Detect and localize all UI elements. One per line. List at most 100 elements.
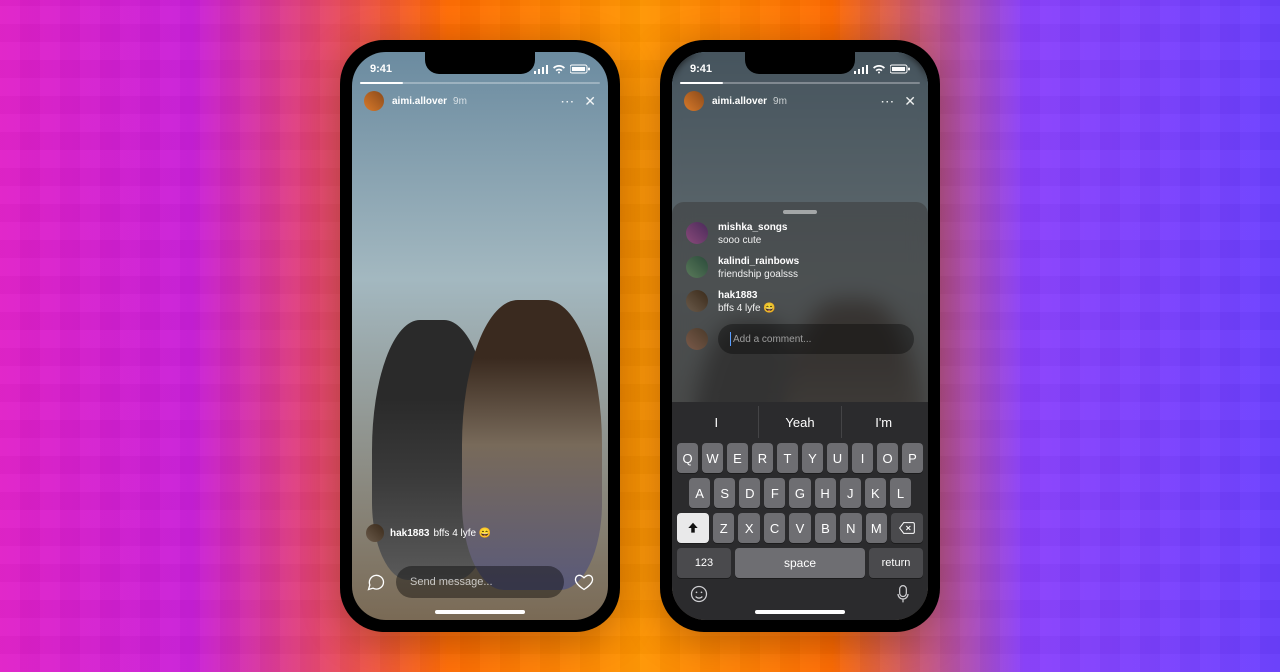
key-w[interactable]: W xyxy=(702,443,723,473)
key-n[interactable]: N xyxy=(840,513,861,543)
wifi-icon xyxy=(872,64,886,74)
return-key[interactable]: return xyxy=(869,548,923,578)
mic-key[interactable] xyxy=(895,584,911,609)
key-k[interactable]: K xyxy=(865,478,886,508)
space-key[interactable]: space xyxy=(735,548,865,578)
key-h[interactable]: H xyxy=(815,478,836,508)
key-j[interactable]: J xyxy=(840,478,861,508)
more-icon[interactable]: ⋯ xyxy=(880,94,894,108)
commenter-username: hak1883 xyxy=(390,528,429,539)
backspace-key[interactable] xyxy=(891,513,923,543)
mic-icon xyxy=(895,584,911,604)
comment-input[interactable]: Add a comment... xyxy=(718,324,914,354)
shift-key[interactable] xyxy=(677,513,709,543)
comment-avatar xyxy=(686,256,708,278)
comment-avatar xyxy=(686,222,708,244)
comment-item[interactable]: mishka_songs sooo cute xyxy=(686,222,914,246)
status-time: 9:41 xyxy=(370,63,392,75)
key-i[interactable]: I xyxy=(852,443,873,473)
key-y[interactable]: Y xyxy=(802,443,823,473)
comment-username: kalindi_rainbows xyxy=(718,256,799,267)
comment-text: bffs 4 lyfe 😄 xyxy=(718,303,776,314)
like-icon[interactable] xyxy=(574,572,594,592)
keyboard-row-4: 123 space return xyxy=(677,548,923,578)
key-f[interactable]: F xyxy=(764,478,785,508)
message-input[interactable]: Send message... xyxy=(396,566,564,598)
more-icon[interactable]: ⋯ xyxy=(560,94,574,108)
battery-icon xyxy=(890,64,910,74)
key-u[interactable]: U xyxy=(827,443,848,473)
backspace-icon xyxy=(899,522,915,534)
comment-text: friendship goalsss xyxy=(718,269,799,280)
story-user-avatar[interactable] xyxy=(364,91,384,111)
keyboard: I Yeah I'm Q W E R T Y U I O P A xyxy=(672,402,928,620)
suggestion-key[interactable]: I'm xyxy=(842,406,925,438)
comment-placeholder: Add a comment... xyxy=(733,334,811,345)
phone-screen: 9:41 aimi.allover 9m ⋯ ✕ xyxy=(672,52,928,620)
story-header: aimi.allover 9m ⋯ ✕ xyxy=(672,88,928,114)
key-x[interactable]: X xyxy=(738,513,759,543)
key-s[interactable]: S xyxy=(714,478,735,508)
story-bottom-row: Send message... xyxy=(352,566,608,598)
commenter-text: bffs 4 lyfe 😄 xyxy=(433,528,491,539)
comment-username: hak1883 xyxy=(718,290,776,301)
self-avatar xyxy=(686,328,708,350)
sheet-grabber[interactable] xyxy=(783,210,817,214)
close-icon[interactable]: ✕ xyxy=(904,94,916,108)
comment-item[interactable]: hak1883 bffs 4 lyfe 😄 xyxy=(686,290,914,314)
key-l[interactable]: L xyxy=(890,478,911,508)
device-notch xyxy=(425,52,535,74)
keyboard-row-2: A S D F G H J K L xyxy=(677,478,923,508)
key-v[interactable]: V xyxy=(789,513,810,543)
signal-icon xyxy=(854,64,868,74)
key-a[interactable]: A xyxy=(689,478,710,508)
story-username[interactable]: aimi.allover xyxy=(712,96,767,107)
suggestion-row: I Yeah I'm xyxy=(675,406,925,438)
shift-icon xyxy=(686,521,700,535)
battery-icon xyxy=(570,64,590,74)
story-header: aimi.allover 9m ⋯ ✕ xyxy=(352,88,608,114)
key-q[interactable]: Q xyxy=(677,443,698,473)
comment-icon[interactable] xyxy=(366,572,386,592)
story-progress xyxy=(680,82,920,84)
numbers-key[interactable]: 123 xyxy=(677,548,731,578)
commenter-avatar xyxy=(366,524,384,542)
key-z[interactable]: Z xyxy=(713,513,734,543)
comment-input-row: Add a comment... xyxy=(686,324,914,354)
text-cursor xyxy=(730,332,731,346)
device-notch xyxy=(745,52,855,74)
keyboard-row-1: Q W E R T Y U I O P xyxy=(677,443,923,473)
signal-icon xyxy=(534,64,548,74)
key-o[interactable]: O xyxy=(877,443,898,473)
phone-screen: 9:41 aimi.allover 9m ⋯ ✕ h xyxy=(352,52,608,620)
status-time: 9:41 xyxy=(690,63,712,75)
key-c[interactable]: C xyxy=(764,513,785,543)
key-r[interactable]: R xyxy=(752,443,773,473)
phone-left: 9:41 aimi.allover 9m ⋯ ✕ h xyxy=(340,40,620,632)
key-p[interactable]: P xyxy=(902,443,923,473)
suggestion-key[interactable]: I xyxy=(675,406,759,438)
comment-item[interactable]: kalindi_rainbows friendship goalsss xyxy=(686,256,914,280)
home-indicator[interactable] xyxy=(435,610,525,614)
comment-sheet: mishka_songs sooo cute kalindi_rainbows … xyxy=(672,202,928,620)
story-comment-overlay[interactable]: hak1883 bffs 4 lyfe 😄 xyxy=(366,524,491,542)
phone-right: 9:41 aimi.allover 9m ⋯ ✕ xyxy=(660,40,940,632)
home-indicator[interactable] xyxy=(755,610,845,614)
suggestion-key[interactable]: Yeah xyxy=(759,406,843,438)
key-m[interactable]: M xyxy=(866,513,887,543)
emoji-icon xyxy=(689,584,709,604)
comment-avatar xyxy=(686,290,708,312)
keyboard-row-3: Z X C V B N M xyxy=(677,513,923,543)
close-icon[interactable]: ✕ xyxy=(584,94,596,108)
story-username[interactable]: aimi.allover xyxy=(392,96,447,107)
emoji-key[interactable] xyxy=(689,584,709,609)
key-d[interactable]: D xyxy=(739,478,760,508)
comment-text: sooo cute xyxy=(718,235,787,246)
key-b[interactable]: B xyxy=(815,513,836,543)
story-user-avatar[interactable] xyxy=(684,91,704,111)
wifi-icon xyxy=(552,64,566,74)
key-t[interactable]: T xyxy=(777,443,798,473)
key-e[interactable]: E xyxy=(727,443,748,473)
key-g[interactable]: G xyxy=(789,478,810,508)
message-placeholder: Send message... xyxy=(410,576,493,588)
